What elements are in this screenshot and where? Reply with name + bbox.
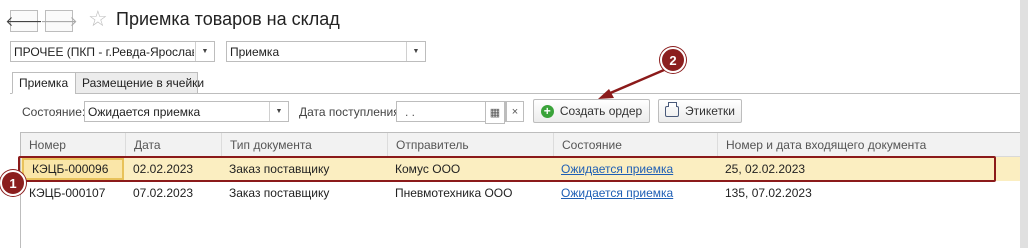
date-filter-label: Дата поступления: [299,105,404,119]
tab-label: Размещение в ячейки [82,76,205,90]
organization-select-value: ПРОЧЕЕ (ПКП - г.Ревда-Ярославск [14,44,194,59]
column-header-state[interactable]: Состояние [553,133,717,156]
window-title: Приемка товаров на склад [116,9,340,29]
plus-circle-icon: + [540,104,554,118]
annotation-badge-2: 2 [660,47,686,73]
calendar-icon[interactable]: ▦ [485,101,505,124]
cell-date[interactable]: 07.02.2023 [125,181,221,205]
create-order-label: Создать ордер [559,104,643,118]
arrow-right-icon: 🡒 [40,12,78,29]
chevron-down-icon[interactable]: ▼ [406,42,425,61]
column-header-date[interactable]: Дата [125,133,221,156]
cell-incoming[interactable]: 135, 07.02.2023 [717,181,1017,205]
column-header-sender[interactable]: Отправитель [387,133,553,156]
printer-icon [665,101,680,117]
date-filter-value: . . [405,105,416,119]
date-filter-input[interactable]: . . ▦ [396,101,506,124]
annotation-badge-1: 1 [0,170,26,196]
arrow-line [607,68,665,96]
state-link[interactable]: Ожидается приемка [561,186,673,200]
state-filter-label: Состояние: [22,105,86,119]
state-filter-value: Ожидается приемка [88,104,201,119]
operation-select[interactable]: Приемка ▼ [226,41,426,62]
tab-acceptance[interactable]: Приемка [12,72,76,94]
state-filter-select[interactable]: Ожидается приемка ▼ [84,101,289,122]
cell-state[interactable]: Ожидается приемка [553,181,717,205]
tab-label: Приемка [19,76,69,90]
table-row[interactable]: КЭЦБ-000107 07.02.2023 Заказ поставщику … [21,181,1028,205]
highlight-frame [18,156,996,182]
column-header-number[interactable]: Номер [21,133,125,156]
create-order-button[interactable]: + Создать ордер [533,99,650,123]
arrow-left-icon: 🡐 [5,12,43,29]
column-header-doc-type[interactable]: Тип документа [221,133,387,156]
scrollbar[interactable] [1020,0,1028,248]
labels-button[interactable]: Этикетки [658,99,742,123]
close-icon: × [511,105,519,118]
cell-number[interactable]: КЭЦБ-000107 [21,181,125,205]
documents-table: Номер Дата Тип документа Отправитель Сос… [20,132,1028,248]
cell-doc-type[interactable]: Заказ поставщику [221,181,387,205]
operation-select-value: Приемка [230,44,280,59]
chevron-down-icon[interactable]: ▼ [269,102,288,121]
back-button[interactable]: 🡐 [5,10,43,32]
column-header-incoming[interactable]: Номер и дата входящего документа [717,133,1028,156]
table-header: Номер Дата Тип документа Отправитель Сос… [21,133,1028,157]
cell-sender[interactable]: Пневмотехника ООО [387,181,553,205]
labels-label: Этикетки [685,104,735,118]
star-icon[interactable]: ☆ [88,6,108,32]
clear-date-button[interactable]: × [506,101,524,122]
arrow-head [598,89,614,99]
organization-select[interactable]: ПРОЧЕЕ (ПКП - г.Ревда-Ярославск ▼ [10,41,215,62]
tab-placement[interactable]: Размещение в ячейки [75,72,204,94]
chevron-down-icon[interactable]: ▼ [195,42,214,61]
forward-button[interactable]: 🡒 [40,10,78,32]
